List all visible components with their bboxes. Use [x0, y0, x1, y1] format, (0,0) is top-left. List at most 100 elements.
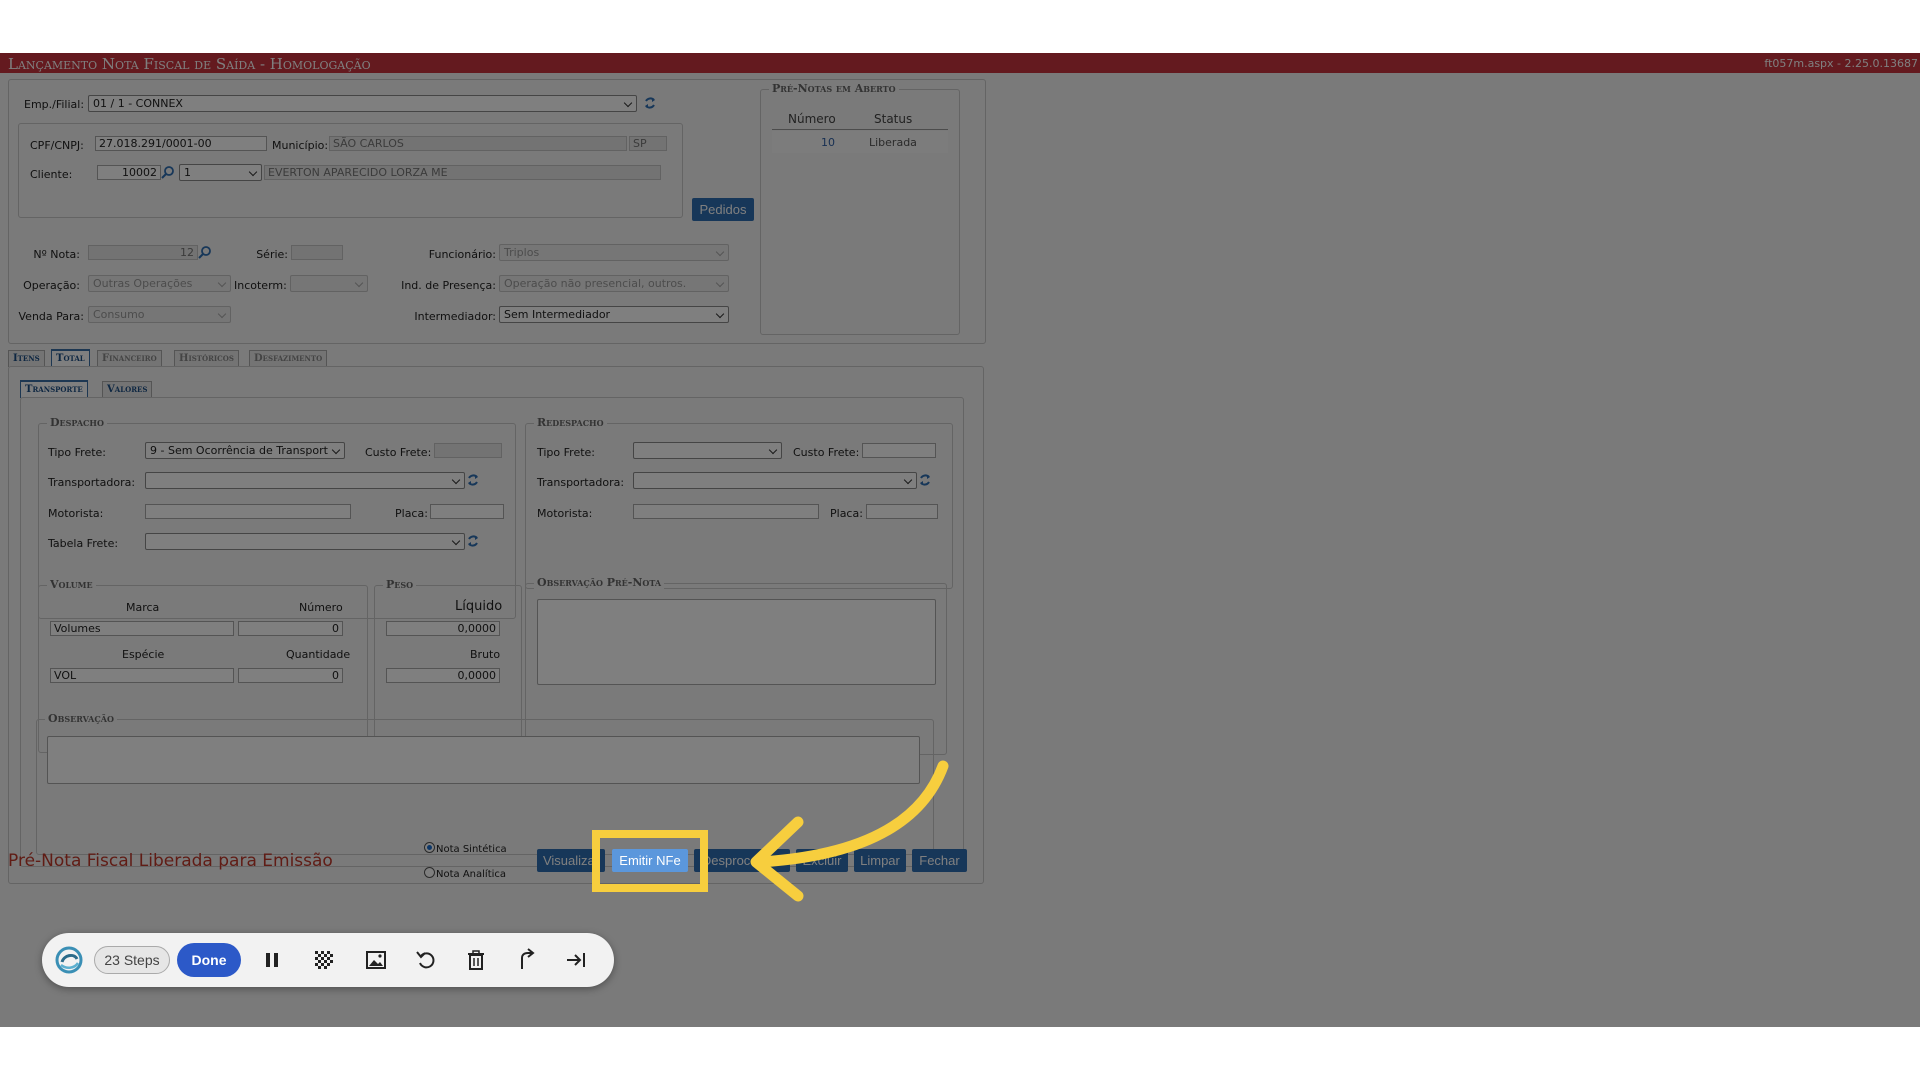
subtab-valores[interactable]: Valores — [102, 381, 153, 398]
pause-icon[interactable] — [260, 948, 284, 972]
despacho-tabela-frete-select[interactable] — [145, 533, 465, 550]
blur-icon[interactable] — [312, 948, 336, 972]
refresh-icon[interactable] — [643, 96, 657, 110]
pre-notas-header-divider — [772, 129, 948, 130]
tab-itens[interactable]: Itens — [8, 350, 45, 367]
volume-quantidade-label: Quantidade — [286, 648, 351, 661]
peso-liquido-field[interactable]: 0,0000 — [386, 621, 500, 636]
emp-filial-label: Emp./Filial: — [24, 98, 85, 111]
funcionario-label: Funcionário: — [428, 248, 496, 261]
version-label: ft057m.aspx - 2.25.0.13687 — [1764, 57, 1918, 70]
nota-label: Nº Nota: — [33, 248, 80, 261]
despacho-motorista-field[interactable] — [145, 504, 351, 519]
radio-nota-sintetica[interactable] — [424, 842, 435, 853]
redespacho-transportadora-label: Transportadora: — [537, 476, 625, 489]
redespacho-title: Redespacho — [534, 416, 607, 429]
redespacho-tipo-frete-select[interactable] — [633, 442, 782, 459]
radio-nota-analitica[interactable] — [424, 867, 435, 878]
redespacho-transportadora-select[interactable] — [633, 472, 917, 489]
volume-marca-field[interactable]: Volumes — [50, 621, 234, 636]
redespacho-custo-frete-field[interactable] — [862, 443, 936, 458]
obs-pre-nota-title: Observação Pré-Nota — [534, 576, 665, 589]
cliente-loja-select[interactable]: 1 — [179, 164, 262, 181]
uf-field: SP — [629, 136, 667, 151]
tab-financeiro[interactable]: Financeiro — [97, 350, 162, 367]
radio-nota-analitica-label: Nota Analítica — [436, 869, 507, 880]
volume-quantidade-field[interactable]: 0 — [238, 668, 343, 683]
done-label: Done — [191, 952, 227, 968]
despacho-custo-frete-label: Custo Frete: — [365, 446, 432, 459]
steps-counter: 23 Steps — [94, 946, 170, 974]
share-icon[interactable] — [514, 948, 538, 972]
despacho-transportadora-label: Transportadora: — [48, 476, 136, 489]
cpf-field[interactable]: 27.018.291/0001-00 — [95, 136, 267, 151]
redespacho-placa-field[interactable] — [866, 504, 938, 519]
redespacho-motorista-label: Motorista: — [537, 507, 593, 520]
tab-desfazimento[interactable]: Desfazimento — [249, 350, 328, 367]
intermediador-select[interactable]: Sem Intermediador — [499, 306, 729, 323]
intermediador-label: Intermediador: — [414, 310, 496, 323]
pedidos-button[interactable]: Pedidos — [692, 198, 754, 221]
cliente-label: Cliente: — [30, 168, 73, 181]
trash-icon[interactable] — [464, 948, 488, 972]
pre-nota-numero[interactable]: 10 — [821, 136, 835, 149]
pre-nota-status: Liberada — [869, 136, 917, 149]
volume-especie-field[interactable]: VOL — [50, 668, 234, 683]
redespacho-motorista-field[interactable] — [633, 504, 819, 519]
pre-notas-title: Pré-Notas em Aberto — [769, 82, 899, 95]
redespacho-custo-frete-label: Custo Frete: — [793, 446, 860, 459]
search-icon[interactable] — [161, 165, 175, 179]
venda-para-select: Consumo — [88, 306, 231, 323]
incoterm-select — [290, 275, 368, 292]
volume-marca-label: Marca — [126, 601, 160, 614]
cliente-code-field[interactable]: 10002 — [97, 165, 161, 180]
volume-numero-label: Número — [299, 601, 343, 614]
subtab-transporte[interactable]: Transporte — [20, 380, 88, 398]
observacao-title: Observação — [45, 712, 117, 725]
ind-presenca-select: Operação não presencial, outros. — [499, 275, 729, 292]
status-message: Pré-Nota Fiscal Liberada para Emissão — [8, 851, 333, 871]
recorder-toolbar: 23 Steps Done — [42, 933, 614, 987]
emitir-nfe-button[interactable]: Emitir NFe — [612, 849, 688, 872]
peso-title: Peso — [383, 578, 417, 591]
redespacho-tipo-frete-label: Tipo Frete: — [537, 446, 596, 459]
despacho-placa-label: Placa: — [395, 507, 428, 520]
nota-field[interactable]: 12 — [88, 245, 198, 260]
despacho-placa-field[interactable] — [430, 504, 504, 519]
volume-title: Volume — [47, 578, 96, 591]
search-icon[interactable] — [198, 245, 212, 259]
serie-label: Série: — [256, 248, 288, 261]
steps-label: 23 Steps — [104, 952, 160, 968]
obs-pre-nota-textarea[interactable] — [537, 599, 936, 685]
pre-notas-col-status: Status — [874, 112, 913, 126]
tab-total[interactable]: Total — [51, 349, 90, 367]
window-title: Lançamento Nota Fiscal de Saída - Homolo… — [8, 55, 371, 73]
despacho-custo-frete-field — [434, 443, 502, 458]
peso-bruto-field[interactable]: 0,0000 — [386, 668, 500, 683]
despacho-tabela-frete-label: Tabela Frete: — [48, 537, 119, 550]
emp-filial-select[interactable]: 01 / 1 - CONNEX — [88, 95, 637, 112]
refresh-icon[interactable] — [466, 473, 480, 487]
app-window: Lançamento Nota Fiscal de Saída - Homolo… — [0, 53, 1920, 1027]
despacho-tipo-frete-select[interactable]: 9 - Sem Ocorrência de Transport — [145, 442, 345, 459]
volume-especie-label: Espécie — [122, 648, 165, 661]
undo-icon[interactable] — [414, 948, 438, 972]
radio-nota-sintetica-label: Nota Sintética — [436, 844, 507, 855]
cliente-name-field: EVERTON APARECIDO LORZA ME — [264, 165, 661, 180]
pre-notas-row[interactable]: 10 Liberada — [772, 131, 948, 153]
refresh-icon[interactable] — [918, 473, 932, 487]
skip-icon[interactable] — [564, 948, 588, 972]
serie-field — [291, 245, 343, 260]
image-icon[interactable] — [364, 948, 388, 972]
funcionario-select: Triplos — [499, 244, 729, 261]
logo-icon[interactable] — [54, 945, 84, 975]
municipio-label: Município: — [272, 139, 329, 152]
volume-numero-field[interactable]: 0 — [238, 621, 343, 636]
refresh-icon[interactable] — [466, 534, 480, 548]
operacao-select: Outras Operações — [88, 275, 231, 292]
title-bar: Lançamento Nota Fiscal de Saída - Homolo… — [0, 53, 1920, 73]
venda-para-label: Venda Para: — [18, 310, 84, 323]
done-button[interactable]: Done — [177, 943, 241, 977]
despacho-transportadora-select[interactable] — [145, 472, 465, 489]
tab-historicos[interactable]: Históricos — [174, 350, 239, 367]
